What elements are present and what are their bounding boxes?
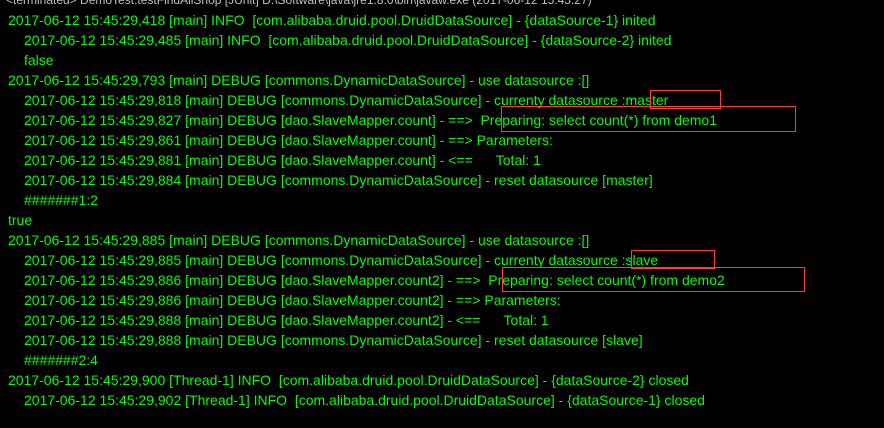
log-line: 2017-06-12 15:45:29,793 [main] DEBUG [co… <box>8 72 590 88</box>
log-line: 2017-06-12 15:45:29,881 [main] DEBUG [da… <box>24 152 541 168</box>
log-line: 2017-06-12 15:45:29,885 [main] DEBUG [co… <box>24 252 659 268</box>
log-line: 2017-06-12 15:45:29,827 [main] DEBUG [da… <box>24 112 721 128</box>
log-line: 2017-06-12 15:45:29,861 [main] DEBUG [da… <box>24 132 557 148</box>
log-line: 2017-06-12 15:45:29,888 [main] DEBUG [co… <box>24 332 643 348</box>
log-line: 2017-06-12 15:45:29,485 [main] INFO [com… <box>24 32 672 48</box>
log-line: 2017-06-12 15:45:29,418 [main] INFO [com… <box>8 12 656 28</box>
log-line: 2017-06-12 15:45:29,902 [Thread-1] INFO … <box>24 392 705 408</box>
log-line: 2017-06-12 15:45:29,888 [main] DEBUG [da… <box>24 312 549 328</box>
log-line: false <box>24 52 54 68</box>
console-log[interactable]: 2017-06-12 15:45:29,418 [main] INFO [com… <box>0 10 884 410</box>
log-line: #######1:2 <box>24 192 98 208</box>
log-line: 2017-06-12 15:45:29,900 [Thread-1] INFO … <box>8 372 689 388</box>
log-line: #######2:4 <box>24 352 98 368</box>
console-view: <terminated> DemoTest.testFindAllShop [J… <box>0 0 884 428</box>
log-line: true <box>8 212 33 228</box>
log-line: 2017-06-12 15:45:29,886 [main] DEBUG [da… <box>24 292 565 308</box>
console-header: <terminated> DemoTest.testFindAllShop [J… <box>6 0 592 7</box>
log-line: 2017-06-12 15:45:29,884 [main] DEBUG [co… <box>24 172 653 188</box>
log-line: 2017-06-12 15:45:29,885 [main] DEBUG [co… <box>8 232 590 248</box>
log-line: 2017-06-12 15:45:29,886 [main] DEBUG [da… <box>24 272 729 288</box>
log-line: 2017-06-12 15:45:29,818 [main] DEBUG [co… <box>24 92 669 108</box>
